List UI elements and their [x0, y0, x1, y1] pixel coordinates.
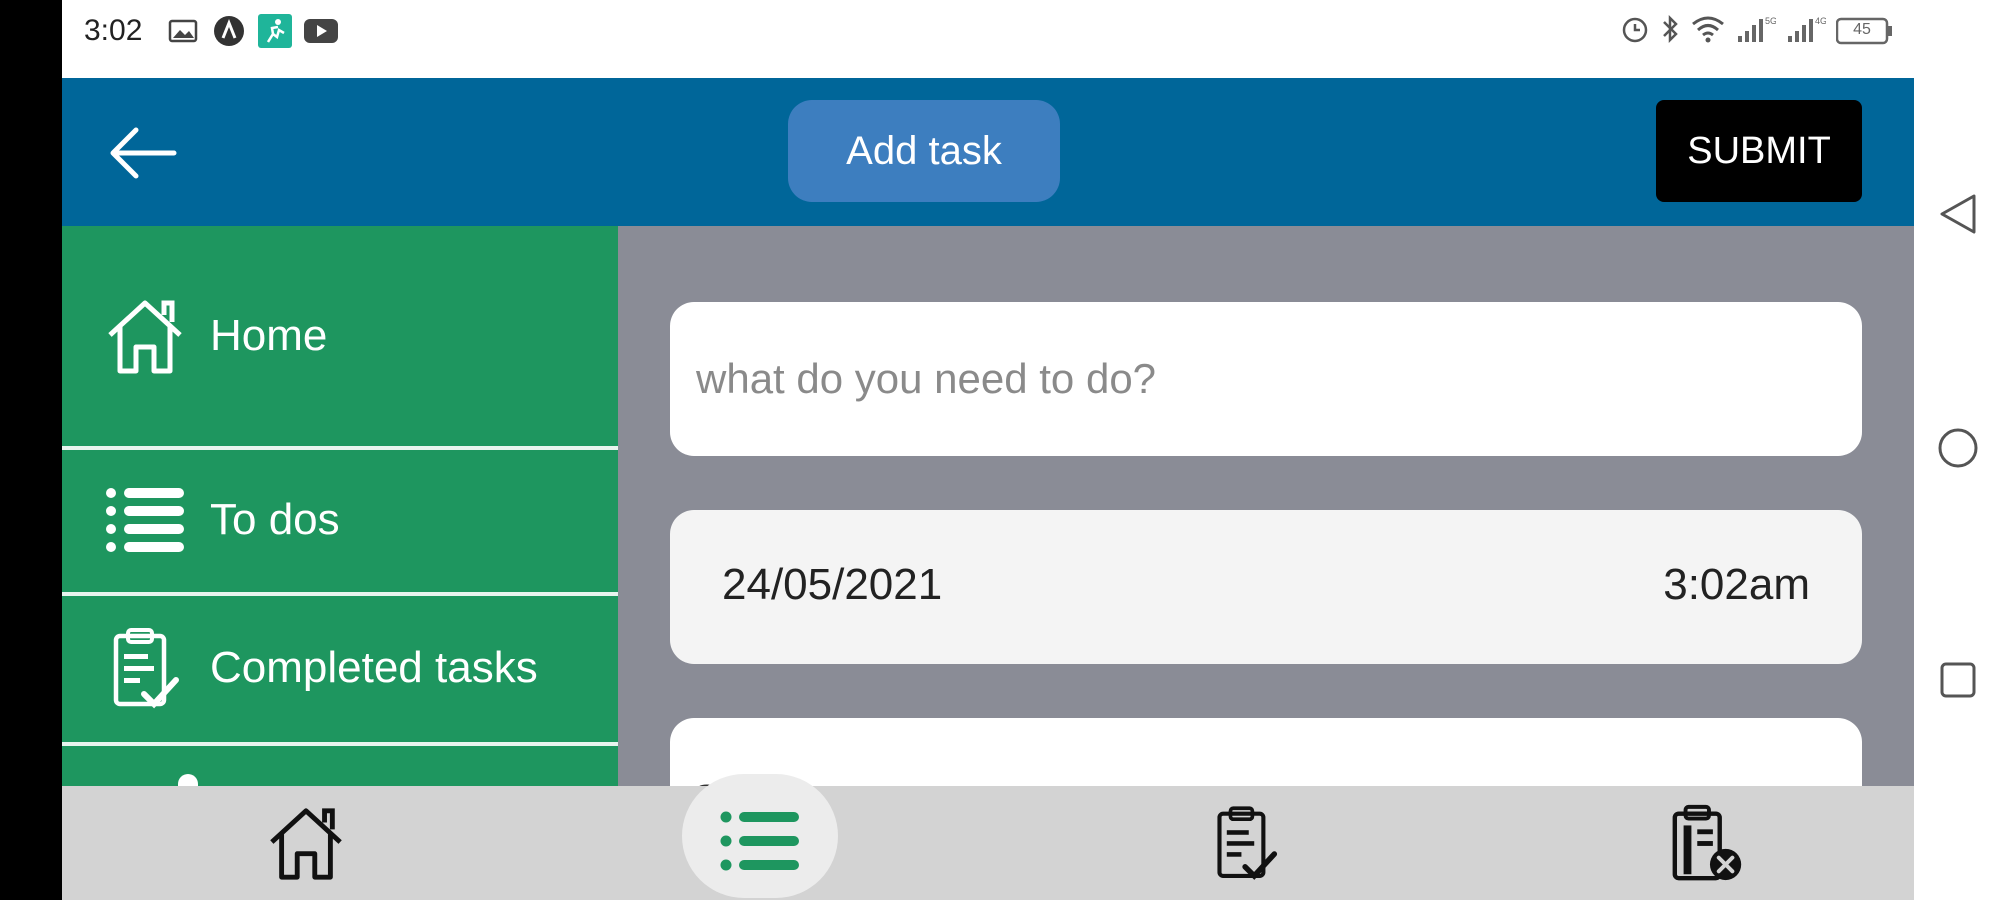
youtube-icon — [304, 14, 338, 48]
nav-cancelled-tasks[interactable] — [1648, 786, 1768, 900]
drawer-item-label: Completed tasks — [210, 643, 538, 692]
drawer-item-home[interactable]: Home — [62, 266, 618, 406]
system-recents-button[interactable] — [1932, 654, 1984, 706]
battery-level: 45 — [1853, 21, 1871, 38]
task-form-panel: 24/05/2021 3:02am Select type — [618, 226, 1914, 786]
svg-text:4G: 4G — [1815, 16, 1826, 26]
alarm-icon — [1620, 14, 1650, 49]
gallery-icon — [166, 14, 200, 48]
signal-4g-icon: 4G — [1786, 14, 1827, 49]
screen-edge — [0, 0, 62, 900]
nav-completed-tasks[interactable] — [1186, 786, 1306, 900]
drawer-item-todos[interactable]: To dos — [62, 452, 618, 588]
drawer-divider — [62, 592, 618, 596]
list-icon — [102, 477, 188, 563]
drawer-divider — [62, 446, 618, 450]
status-time: 3:02 — [84, 14, 143, 47]
bottom-navigation — [62, 774, 1914, 900]
battery-icon: 45 — [1836, 17, 1894, 45]
arrow-left-icon — [110, 127, 177, 179]
drawer-item-label: Home — [210, 311, 328, 360]
submit-button[interactable]: SUBMIT — [1656, 100, 1862, 202]
clipboard-check-icon — [102, 625, 188, 711]
home-circle-icon — [1938, 428, 1978, 468]
nav-home[interactable] — [246, 786, 366, 900]
recents-square-icon — [1940, 662, 1976, 698]
task-description-input[interactable] — [670, 302, 1862, 456]
status-icons-right: 5G 4G 45 — [1620, 14, 1894, 48]
date-value: 24/05/2021 — [722, 560, 943, 609]
signal-5g-icon: 5G — [1736, 14, 1777, 49]
system-home-button[interactable] — [1932, 422, 1984, 474]
system-back-button[interactable] — [1932, 188, 1984, 240]
page-title: Add task — [788, 100, 1060, 202]
drawer-next-item-icon-partial — [178, 774, 198, 786]
datetime-picker[interactable]: 24/05/2021 3:02am — [670, 510, 1862, 664]
wifi-icon — [1690, 14, 1726, 49]
home-icon — [102, 293, 188, 379]
home-icon — [270, 808, 342, 880]
clipboard-check-icon — [1217, 806, 1278, 880]
time-value: 3:02am — [1663, 560, 1810, 609]
system-navigation-bar — [1914, 0, 2003, 900]
list-icon — [720, 811, 799, 871]
back-triangle-icon — [1940, 194, 1976, 234]
navigation-drawer: Home To dos Completed tasks — [62, 226, 618, 786]
app-bar: Add task SUBMIT — [62, 78, 1914, 226]
svg-text:5G: 5G — [1765, 16, 1776, 26]
drawer-item-label: To dos — [210, 495, 340, 544]
status-bar: 3:02 5G 4G 45 — [62, 0, 1914, 78]
autotask-icon — [212, 14, 246, 48]
drawer-item-completed-tasks[interactable]: Completed tasks — [62, 598, 618, 738]
nav-todos[interactable] — [700, 786, 820, 900]
task-type-select[interactable]: Select type — [670, 718, 1862, 786]
drawer-divider — [62, 742, 618, 746]
clipboard-cancel-icon — [1672, 804, 1742, 881]
back-button[interactable] — [104, 118, 180, 188]
app-screen: 3:02 5G 4G 45 Add task SUBMIT Home To do… — [0, 0, 2003, 900]
activity-icon — [258, 14, 292, 48]
bluetooth-icon — [1660, 14, 1680, 49]
